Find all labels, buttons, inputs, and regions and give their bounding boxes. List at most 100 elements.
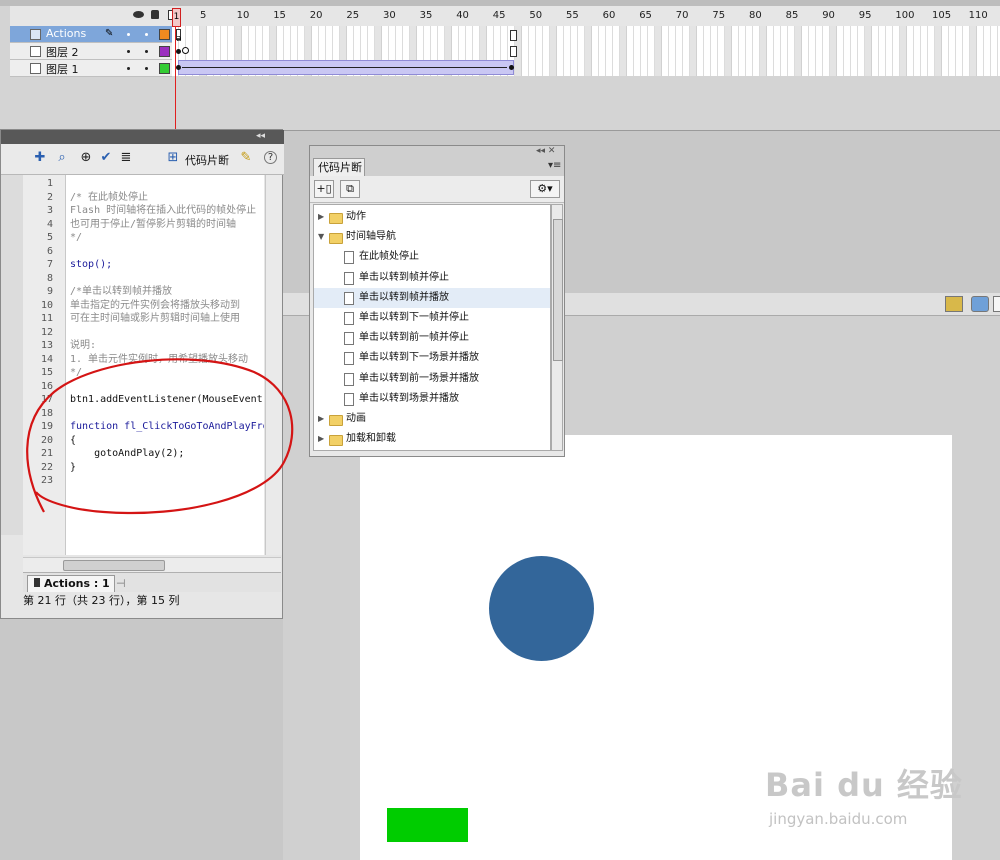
pin-script-icon[interactable]: ⊣ — [116, 577, 126, 590]
code-line[interactable]: 单击指定的元件实例会将播放头移动到 — [70, 299, 240, 313]
layer-row-actions[interactable]: Actions ✎ — [10, 26, 172, 43]
snippet-tree-item[interactable]: ▶ 动画 — [314, 409, 550, 429]
help-icon[interactable]: ? — [264, 151, 277, 164]
code-snippets-icon[interactable]: ⊞ — [166, 151, 180, 165]
check-syntax-icon[interactable]: ✔ — [99, 151, 113, 165]
target-path-icon[interactable]: ⊕ — [79, 151, 93, 165]
add-statement-icon[interactable]: ✚ — [33, 151, 47, 165]
snippets-tab[interactable]: 代码片断 — [313, 158, 365, 176]
snippets-scrollbar[interactable] — [551, 204, 563, 451]
collapsed-arrow-icon[interactable]: ▶ — [318, 409, 324, 429]
snippet-tree-label: 加载和卸载 — [346, 433, 396, 445]
snippet-tree-item[interactable]: 单击以转到前一帧并停止 — [314, 328, 550, 348]
snippet-file-icon — [344, 312, 354, 325]
editor-vertical-scrollbar[interactable] — [265, 175, 282, 555]
green-button-shape[interactable] — [387, 808, 468, 842]
actions-panel-titlebar[interactable]: ◂◂ — [1, 130, 284, 144]
snippet-tree-item[interactable]: 单击以转到下一场景并播放 — [314, 348, 550, 368]
code-line[interactable]: 可在主时间轴或影片剪辑时间轴上使用 — [70, 312, 240, 326]
add-to-frame-icon[interactable]: +▯ — [314, 180, 334, 198]
code-line[interactable]: 说明: — [70, 339, 96, 353]
snippet-file-icon — [344, 352, 354, 366]
line-number: 22 — [40, 461, 53, 473]
zoom-field[interactable] — [993, 296, 1000, 312]
code-line[interactable]: stop(); — [70, 258, 112, 272]
code-line[interactable]: Flash 时间轴将在插入此代码的帧处停止 — [70, 204, 256, 218]
snippets-toolbar: +▯ ⧉ ⚙▾ — [310, 176, 564, 203]
frame-end-marker[interactable] — [510, 30, 517, 41]
eye-icon[interactable] — [133, 11, 144, 18]
line-number: 9 — [46, 286, 53, 297]
copy-to-clipboard-icon[interactable]: ⧉ — [340, 180, 360, 198]
snippet-tree-item[interactable]: ▶ 动作 — [314, 207, 550, 227]
auto-format-icon[interactable]: ≣ — [119, 151, 133, 165]
ruler-tick-label: 95 — [858, 10, 872, 21]
layer-row-2[interactable]: 图层 2 — [10, 43, 172, 60]
actions-toolbox[interactable] — [1, 175, 24, 535]
blank-keyframe[interactable] — [182, 47, 189, 54]
gear-icon[interactable]: ⚙▾ — [530, 180, 560, 198]
collapsed-arrow-icon[interactable]: ▶ — [318, 429, 324, 449]
visible-dot[interactable] — [127, 33, 130, 36]
snippet-tree-item[interactable]: 在此帧处停止 — [314, 247, 550, 267]
code-line[interactable]: gotoAndPlay(2); — [70, 447, 184, 461]
editor-horizontal-scrollbar[interactable] — [23, 557, 281, 572]
lock-icon[interactable] — [151, 10, 159, 19]
snippet-tree-item[interactable]: ▶ 加载和卸载 — [314, 429, 550, 449]
layer-color-swatch[interactable] — [159, 63, 170, 74]
snippet-tree-item[interactable]: ▼ 时间轴导航 — [314, 227, 550, 247]
collapse-icon[interactable]: ◂◂ ✕ — [536, 146, 555, 156]
edit-scene-icon[interactable] — [945, 296, 963, 312]
baidu-watermark: Bai du 经验 jingyan.baidu.com — [765, 760, 965, 840]
snippet-tree-item[interactable]: 单击以转到帧并停止 — [314, 268, 550, 288]
keyframe-dot[interactable] — [509, 65, 514, 70]
scroll-thumb[interactable] — [63, 560, 165, 571]
ruler-tick-label: 85 — [785, 10, 799, 21]
code-line[interactable]: 1. 单击元件实例时，用希望播放头移动 — [70, 353, 248, 367]
code-line[interactable]: */ — [70, 231, 82, 245]
code-line[interactable]: } — [70, 461, 76, 475]
line-number: 21 — [40, 448, 53, 459]
lock-dot[interactable] — [145, 33, 148, 36]
code-line[interactable]: */ — [70, 366, 82, 380]
wand-icon[interactable]: ✎ — [239, 151, 253, 165]
edit-symbol-icon[interactable] — [971, 296, 989, 312]
panel-menu-icon[interactable]: ▾≡ — [548, 160, 561, 171]
snippets-tree[interactable]: ▶ 动作 ▼ 时间轴导航 在此帧处停止 单击以转到帧并停止 单击以转到帧并播放 单击以转到下一… — [313, 204, 551, 451]
code-line[interactable]: { — [70, 434, 76, 448]
expanded-arrow-icon[interactable]: ▼ — [318, 227, 324, 247]
code-line[interactable]: 也可用于停止/暂停影片剪辑的时间轴 — [70, 218, 236, 232]
code-line[interactable]: function fl_ClickToGoToAndPlayFromFrame — [70, 420, 264, 434]
line-number: 4 — [46, 218, 53, 230]
code-line[interactable]: /*单击以转到帧并播放 — [70, 285, 172, 299]
visible-dot[interactable] — [127, 67, 130, 70]
script-tab[interactable]: Actions : 1 — [27, 575, 115, 592]
code-line[interactable]: btn1.addEventListener(MouseEvent.CLICK — [70, 393, 264, 407]
code-line[interactable]: /* 在此帧处停止 — [70, 191, 148, 205]
layer-color-swatch[interactable] — [159, 29, 170, 40]
snippet-tree-item[interactable]: 单击以转到下一帧并停止 — [314, 308, 550, 328]
snippet-tree-label: 动画 — [346, 413, 366, 424]
layer-row-1[interactable]: 图层 1 — [10, 60, 172, 77]
layer-color-swatch[interactable] — [159, 46, 170, 57]
visible-dot[interactable] — [127, 50, 130, 53]
lock-dot[interactable] — [145, 50, 148, 53]
collapse-icon[interactable]: ◂◂ — [256, 131, 265, 141]
snippet-tree-item[interactable]: 单击以转到场景并播放 — [314, 389, 550, 409]
code-snippets-button[interactable]: 代码片断 — [185, 152, 229, 168]
keyframe-dot[interactable] — [176, 65, 181, 70]
playhead[interactable]: 1 — [172, 8, 181, 27]
keyframe-dot[interactable] — [176, 49, 181, 54]
lock-dot[interactable] — [145, 67, 148, 70]
folder-icon — [329, 435, 343, 447]
script-editor[interactable]: /* 在此帧处停止 Flash 时间轴将在插入此代码的帧处停止 也可用于停止/暂停影… — [66, 175, 264, 555]
frame-end-marker[interactable] — [510, 46, 517, 57]
collapsed-arrow-icon[interactable]: ▶ — [318, 207, 324, 227]
find-icon[interactable]: ⌕ — [55, 151, 69, 165]
snippet-tree-item[interactable]: 单击以转到前一场景并播放 — [314, 369, 550, 389]
line-number: 2 — [46, 191, 53, 203]
ruler-tick-label: 70 — [675, 10, 689, 21]
blue-circle-shape[interactable] — [489, 556, 594, 661]
snippet-tree-item[interactable]: 单击以转到帧并播放 — [314, 287, 550, 308]
scroll-thumb[interactable] — [553, 219, 563, 361]
